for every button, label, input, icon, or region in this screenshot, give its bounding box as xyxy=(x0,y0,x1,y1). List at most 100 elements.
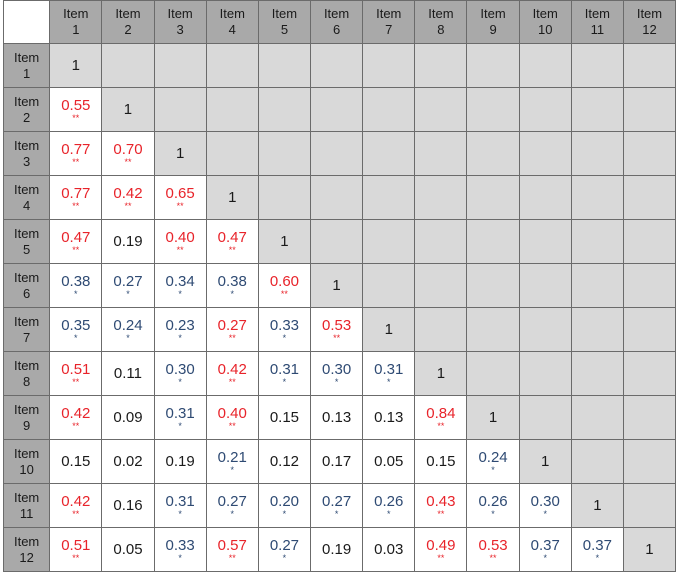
empty-upper-cell xyxy=(310,219,364,264)
column-header-label-number: 3 xyxy=(176,22,184,37)
correlation-cell: 0.19 xyxy=(153,439,207,484)
correlation-value: 0.19 xyxy=(321,541,352,558)
correlation-cell: 0.53 ** xyxy=(466,527,520,572)
correlation-value: 0.17 xyxy=(321,453,352,470)
corner-cell xyxy=(2,0,51,44)
empty-upper-cell xyxy=(466,351,520,396)
correlation-value: 0.27 xyxy=(113,272,143,290)
empty-upper-cell xyxy=(570,87,624,132)
correlation-value: 0.24 xyxy=(113,316,143,334)
diagonal-cell: 1 xyxy=(414,351,468,396)
empty-upper-cell xyxy=(257,43,312,88)
significance-marker: * xyxy=(178,288,182,299)
correlation-cell: 0.15 xyxy=(257,395,312,440)
empty-upper-cell xyxy=(518,351,572,396)
column-header-label-number: 9 xyxy=(489,22,497,37)
correlation-value: 0.31 xyxy=(165,404,195,422)
correlation-cell: 0.19 xyxy=(101,219,155,264)
row-header-item-4: Item 4 xyxy=(2,175,51,220)
correlation-value: 0.27 xyxy=(217,316,247,334)
correlation-value: 0.65 xyxy=(165,184,195,202)
diagonal-cell: 1 xyxy=(49,43,103,88)
column-header-item-4: Item 4 xyxy=(205,0,259,44)
empty-upper-cell xyxy=(466,87,520,132)
column-header-label-number: 10 xyxy=(537,22,553,37)
significance-marker: ** xyxy=(437,508,445,519)
correlation-matrix-table: Item 1 Item 2 Item 3 Item 4 Item 5 Item 6 Item 7 Item 8… xyxy=(2,0,676,572)
correlation-value: 1 xyxy=(541,453,550,470)
diagonal-cell: 1 xyxy=(362,307,416,352)
correlation-cell: 0.27 * xyxy=(205,483,259,528)
empty-upper-cell xyxy=(570,351,624,396)
column-header-label-number: 8 xyxy=(437,22,445,37)
correlation-cell: 0.31 * xyxy=(153,395,207,440)
correlation-cell: 0.03 xyxy=(362,527,416,572)
empty-upper-cell xyxy=(414,263,468,308)
empty-upper-cell xyxy=(622,175,676,220)
correlation-cell: 0.33 * xyxy=(257,307,312,352)
empty-upper-cell xyxy=(518,131,572,176)
table-row: Item 1 1 xyxy=(2,43,676,88)
significance-marker: * xyxy=(230,508,235,519)
row-header-label-word: Item xyxy=(13,181,40,197)
significance-marker: * xyxy=(386,376,391,387)
correlation-cell: 0.42 ** xyxy=(49,395,103,440)
correlation-cell: 0.31 * xyxy=(362,351,416,396)
empty-upper-cell xyxy=(622,439,676,484)
correlation-cell: 0.02 xyxy=(101,439,155,484)
correlation-cell: 0.84 ** xyxy=(414,395,468,440)
empty-upper-cell xyxy=(518,87,572,132)
correlation-value: 0.42 xyxy=(61,492,91,510)
column-header-label-word: Item xyxy=(167,6,193,21)
significance-marker: * xyxy=(230,464,235,475)
significance-marker: ** xyxy=(228,376,236,387)
correlation-value: 0.19 xyxy=(113,233,143,250)
table-row: Item 2 0.55 ** 1 xyxy=(2,87,676,132)
row-header-label-word: Item xyxy=(13,225,40,241)
correlation-value: 1 xyxy=(332,277,341,294)
row-header-label-number: 2 xyxy=(23,109,31,125)
significance-marker: * xyxy=(282,332,287,343)
correlation-value: 0.26 xyxy=(478,492,508,510)
correlation-cell: 0.57 ** xyxy=(205,527,259,572)
significance-marker: ** xyxy=(489,552,497,563)
empty-upper-cell xyxy=(518,307,572,352)
table-row: Item 11 0.42 ** 0.16 0.31 * 0.27 * 0.20 * 0.27 * 0.26… xyxy=(2,483,676,528)
correlation-cell: 0.05 xyxy=(101,527,155,572)
diagonal-cell: 1 xyxy=(570,483,624,528)
row-header-label-word: Item xyxy=(13,401,40,417)
correlation-cell: 0.26 * xyxy=(362,483,416,528)
correlation-value: 1 xyxy=(228,189,237,206)
column-header-label-word: Item xyxy=(63,6,89,21)
empty-upper-cell xyxy=(570,395,624,440)
correlation-value: 0.40 xyxy=(217,404,247,422)
correlation-cell: 0.26 * xyxy=(466,483,520,528)
column-header-label-word: Item xyxy=(584,6,611,21)
diagonal-cell: 1 xyxy=(101,87,155,132)
significance-marker: * xyxy=(126,288,130,299)
correlation-cell: 0.11 xyxy=(101,351,155,396)
empty-upper-cell xyxy=(518,219,572,264)
correlation-cell: 0.05 xyxy=(362,439,416,484)
column-header-item-9: Item 9 xyxy=(466,0,520,44)
empty-upper-cell xyxy=(570,131,624,176)
correlation-value: 0.43 xyxy=(426,492,456,510)
significance-marker: * xyxy=(543,552,547,563)
correlation-cell: 0.16 xyxy=(101,483,155,528)
correlation-cell: 0.42 ** xyxy=(101,175,155,220)
empty-upper-cell xyxy=(622,43,676,88)
correlation-value: 1 xyxy=(436,365,446,382)
correlation-value: 1 xyxy=(593,497,602,514)
significance-marker: ** xyxy=(72,508,80,519)
table-row: Item 6 0.38 * 0.27 * 0.34 * 0.38 * 0.60 ** 1 xyxy=(2,263,676,308)
significance-marker: ** xyxy=(124,200,132,211)
column-header-label-word: Item xyxy=(219,6,245,21)
empty-upper-cell xyxy=(205,43,259,88)
row-header-label-number: 7 xyxy=(23,329,31,345)
row-header-label-number: 11 xyxy=(19,505,34,521)
table-row: Item 3 0.77 ** 0.70 ** 1 xyxy=(2,131,676,176)
empty-upper-cell xyxy=(466,263,520,308)
column-header-label-number: 1 xyxy=(72,22,80,37)
significance-marker: * xyxy=(178,332,182,343)
column-header-label-number: 4 xyxy=(228,22,236,37)
